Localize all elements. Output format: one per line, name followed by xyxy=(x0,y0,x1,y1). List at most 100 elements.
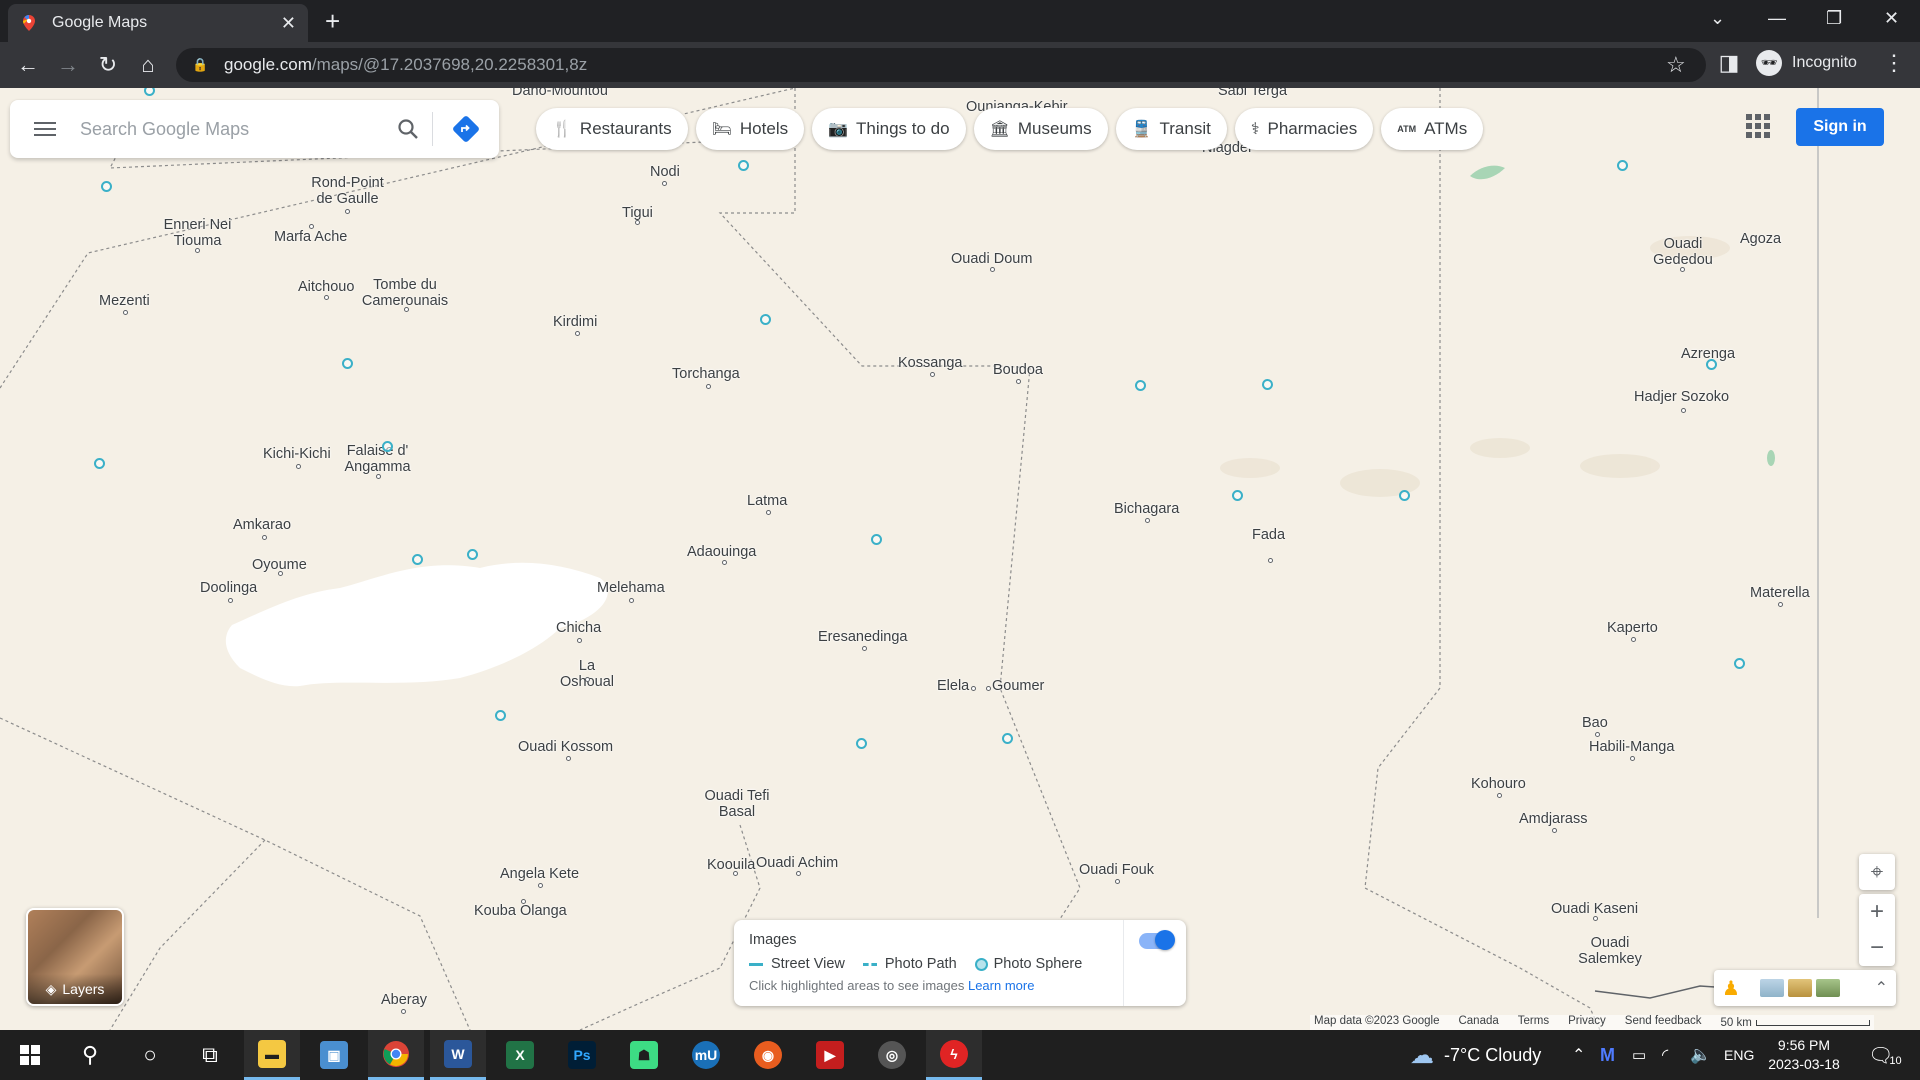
place-label[interactable]: Kirdimi xyxy=(553,314,597,330)
town-marker[interactable] xyxy=(733,871,738,876)
photo-sphere-marker[interactable] xyxy=(760,314,771,325)
place-label[interactable]: Hadjer Sozoko xyxy=(1634,389,1729,405)
photo-sphere-marker[interactable] xyxy=(1002,733,1013,744)
town-marker[interactable] xyxy=(538,883,543,888)
country-link[interactable]: Canada xyxy=(1458,1015,1498,1030)
town-marker[interactable] xyxy=(1681,408,1686,413)
town-marker[interactable] xyxy=(1115,879,1120,884)
town-marker[interactable] xyxy=(401,1009,406,1014)
restore-icon[interactable]: ❐ xyxy=(1826,8,1842,29)
hotels-chip[interactable]: 🛏 Hotels xyxy=(695,108,805,150)
place-label[interactable]: Adaouinga xyxy=(687,544,756,560)
notifications-icon[interactable]: 🗨 10 xyxy=(1868,1030,1902,1080)
town-marker[interactable] xyxy=(123,310,128,315)
town-marker[interactable] xyxy=(629,598,634,603)
photo-sphere-marker[interactable] xyxy=(1232,490,1243,501)
battery-icon[interactable]: ▭ xyxy=(1632,1030,1646,1080)
place-label[interactable]: Agoza xyxy=(1740,231,1781,247)
place-label[interactable]: Elela xyxy=(937,678,969,694)
close-window-icon[interactable]: ✕ xyxy=(1884,8,1899,29)
place-label[interactable]: Ouadi Gededou xyxy=(1648,236,1718,268)
photoshop-icon[interactable]: Ps xyxy=(554,1030,610,1080)
town-marker[interactable] xyxy=(262,535,267,540)
town-marker[interactable] xyxy=(862,646,867,651)
town-marker[interactable] xyxy=(1630,756,1635,761)
place-label[interactable]: Koouila xyxy=(707,857,755,873)
photo-sphere-marker[interactable] xyxy=(1262,379,1273,390)
town-marker[interactable] xyxy=(1268,558,1273,563)
place-label[interactable]: Aberay xyxy=(381,992,427,1008)
place-label[interactable]: Tigui xyxy=(622,205,653,221)
learn-more-link[interactable]: Learn more xyxy=(968,978,1034,993)
photo-sphere-marker[interactable] xyxy=(467,549,478,560)
place-label[interactable]: Angela Kete xyxy=(500,866,579,882)
photo-sphere-marker[interactable] xyxy=(495,710,506,721)
photo-sphere-marker[interactable] xyxy=(1135,380,1146,391)
imagery-thumbnail[interactable] xyxy=(1815,979,1840,997)
town-marker[interactable] xyxy=(1680,267,1685,272)
photo-sphere-marker[interactable] xyxy=(738,160,749,171)
pegman-icon[interactable]: ♟ xyxy=(1722,976,1740,1001)
place-label[interactable]: Kohouro xyxy=(1471,776,1526,792)
town-marker[interactable] xyxy=(345,209,350,214)
show-hidden-icons-icon[interactable]: ⌃ xyxy=(1572,1030,1585,1080)
place-label[interactable]: Dano-Mountou xyxy=(512,88,608,99)
place-label[interactable]: Kaperto xyxy=(1607,620,1658,636)
android-app-icon[interactable]: ☗ xyxy=(616,1030,672,1080)
imagery-thumbnail[interactable] xyxy=(1759,979,1784,997)
place-label[interactable]: Marfa Ache xyxy=(274,229,347,245)
place-label[interactable]: Mezenti xyxy=(99,293,150,309)
task-view-icon[interactable]: ⧉ xyxy=(182,1030,238,1080)
place-label[interactable]: Amkarao xyxy=(233,517,291,533)
town-marker[interactable] xyxy=(309,224,314,229)
place-label[interactable]: Aitchouo xyxy=(298,279,354,295)
place-label[interactable]: Rond-Point de Gaulle xyxy=(310,175,385,207)
cortana-icon[interactable]: ○ xyxy=(122,1030,178,1080)
place-label[interactable]: Bao xyxy=(1582,715,1608,731)
photo-sphere-marker[interactable] xyxy=(1399,490,1410,501)
photo-sphere-marker[interactable] xyxy=(1706,359,1717,370)
back-icon[interactable]: ← xyxy=(14,52,42,78)
map-canvas[interactable]: Dano-Mountou Ounianga-Kebir Sabi Terga N… xyxy=(0,88,1920,1030)
town-marker[interactable] xyxy=(662,181,667,186)
pharmacies-chip[interactable]: ⚕ Pharmacies xyxy=(1234,108,1374,150)
place-label[interactable]: Bichagara xyxy=(1114,501,1179,517)
volume-icon[interactable]: 🔈 xyxy=(1690,1030,1711,1080)
town-marker[interactable] xyxy=(990,267,995,272)
reload-icon[interactable]: ↻ xyxy=(94,52,122,78)
file-explorer-icon[interactable]: ▬ xyxy=(244,1030,300,1080)
terms-link[interactable]: Terms xyxy=(1518,1015,1549,1030)
town-marker[interactable] xyxy=(585,677,590,682)
town-marker[interactable] xyxy=(278,571,283,576)
place-label[interactable]: Boudoa xyxy=(993,362,1043,378)
place-label[interactable]: Ouadi Salemkey xyxy=(1575,935,1645,967)
photo-sphere-marker[interactable] xyxy=(342,358,353,369)
zoom-in-icon[interactable]: + xyxy=(1859,894,1895,930)
place-label[interactable]: Kossanga xyxy=(898,355,963,371)
town-marker[interactable] xyxy=(1593,916,1598,921)
minimize-icon[interactable]: — xyxy=(1768,8,1786,29)
photo-sphere-marker[interactable] xyxy=(101,181,112,192)
photo-sphere-marker[interactable] xyxy=(1617,160,1628,171)
place-label[interactable]: Tombe du Camerounais xyxy=(360,277,450,309)
town-marker[interactable] xyxy=(796,871,801,876)
town-marker[interactable] xyxy=(722,560,727,565)
place-label[interactable]: Sabi Terga xyxy=(1218,88,1287,99)
place-label[interactable]: Fada xyxy=(1252,527,1285,543)
photo-sphere-marker[interactable] xyxy=(871,534,882,545)
bookmark-star-icon[interactable]: ☆ xyxy=(1666,52,1686,78)
place-label[interactable]: Goumer xyxy=(992,678,1044,694)
place-label[interactable]: Latma xyxy=(747,493,787,509)
windows-start-icon[interactable] xyxy=(2,1030,58,1080)
place-label[interactable]: Ouadi Doum xyxy=(951,251,1032,267)
town-marker[interactable] xyxy=(521,899,526,904)
word-icon[interactable]: W xyxy=(430,1030,486,1080)
town-marker[interactable] xyxy=(195,248,200,253)
town-marker[interactable] xyxy=(575,331,580,336)
new-tab-icon[interactable]: + xyxy=(325,6,340,37)
expand-chevron-icon[interactable]: ⌃ xyxy=(1875,978,1888,998)
place-label[interactable]: Habili-Manga xyxy=(1589,739,1674,755)
weather-widget[interactable]: ☁ -7°C Cloudy xyxy=(1410,1030,1541,1080)
place-label[interactable]: Chicha xyxy=(556,620,601,636)
musescore-icon[interactable]: mU xyxy=(678,1030,734,1080)
